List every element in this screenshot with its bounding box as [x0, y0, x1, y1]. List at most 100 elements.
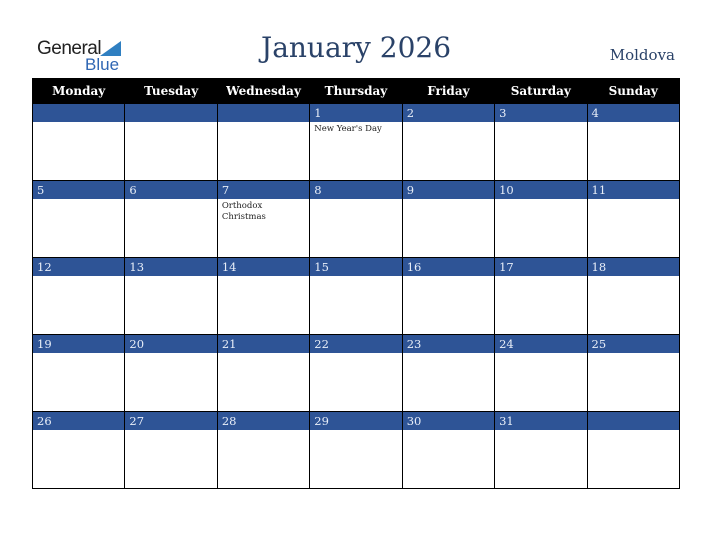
day-cell[interactable]: 27 [124, 411, 218, 489]
day-cell[interactable]: 22 [309, 334, 403, 412]
weekday-header: Wednesday [216, 78, 311, 104]
day-cell[interactable]: 25 [586, 334, 681, 412]
day-cell[interactable]: 2 [401, 103, 496, 181]
holiday-label [218, 276, 309, 278]
day-number: 21 [217, 335, 310, 353]
holiday-label [588, 199, 679, 201]
day-number: 23 [402, 335, 495, 353]
holiday-label [218, 430, 309, 432]
holiday-label [125, 430, 216, 432]
day-cell[interactable]: 20 [124, 334, 218, 412]
day-cell[interactable]: 17 [494, 257, 588, 335]
holiday-label [33, 122, 124, 124]
country-label: Moldova [609, 46, 675, 64]
day-cell[interactable] [31, 103, 126, 181]
day-number: 10 [495, 181, 587, 199]
day-cell[interactable]: 5 [31, 180, 126, 258]
week-row: 1 New Year's Day 2 3 4 [31, 103, 681, 181]
day-cell[interactable]: 8 [309, 180, 403, 258]
day-cell[interactable]: 10 [494, 180, 588, 258]
day-number: 1 [310, 104, 402, 122]
day-cell[interactable] [124, 103, 218, 181]
day-cell[interactable]: 7 Orthodox Christmas [216, 180, 311, 258]
holiday-label: New Year's Day [314, 124, 382, 134]
day-number: 12 [33, 258, 125, 276]
weekday-header: Tuesday [124, 78, 218, 104]
holiday-label [403, 122, 494, 124]
week-row: 26 27 28 29 30 31 [31, 411, 681, 489]
holiday-label [33, 276, 124, 278]
day-number: 20 [125, 335, 217, 353]
day-cell[interactable]: 9 [401, 180, 496, 258]
holiday-label [588, 430, 679, 432]
day-cell[interactable]: 13 [124, 257, 218, 335]
holiday-label [310, 430, 401, 432]
day-cell[interactable] [216, 103, 311, 181]
calendar-title: January 2026 [260, 31, 452, 64]
day-cell[interactable] [586, 411, 681, 489]
weekday-header: Friday [401, 78, 496, 104]
day-number: 4 [587, 104, 679, 122]
holiday-label [495, 430, 586, 432]
holiday-label [495, 122, 586, 124]
holiday-label [125, 353, 216, 355]
holiday-label [495, 276, 586, 278]
day-cell[interactable]: 1 New Year's Day [309, 103, 403, 181]
day-number: 27 [125, 412, 217, 430]
holiday-label [125, 276, 216, 278]
day-cell[interactable]: 16 [401, 257, 496, 335]
day-number: 3 [495, 104, 587, 122]
day-number: 26 [33, 412, 125, 430]
holiday-label [218, 122, 309, 124]
day-number [217, 104, 310, 122]
day-number: 16 [402, 258, 495, 276]
day-cell[interactable]: 31 [494, 411, 588, 489]
day-cell[interactable]: 14 [216, 257, 311, 335]
week-row: 12 13 14 15 16 17 18 [31, 257, 681, 335]
day-cell[interactable]: 6 [124, 180, 218, 258]
day-cell[interactable]: 26 [31, 411, 126, 489]
weekday-header: Thursday [309, 78, 403, 104]
holiday-label [33, 353, 124, 355]
day-number: 22 [310, 335, 402, 353]
day-number: 15 [310, 258, 402, 276]
holiday-label [33, 199, 124, 201]
day-number: 25 [587, 335, 679, 353]
day-number [587, 412, 679, 430]
day-number: 13 [125, 258, 217, 276]
calendar-grid: Monday Tuesday Wednesday Thursday Friday… [31, 78, 681, 489]
holiday-label [310, 199, 401, 201]
day-cell[interactable]: 23 [401, 334, 496, 412]
day-cell[interactable]: 15 [309, 257, 403, 335]
day-number: 9 [402, 181, 495, 199]
holiday-label [218, 353, 309, 355]
holiday-label: Orthodox Christmas [221, 201, 266, 222]
holiday-label [403, 353, 494, 355]
holiday-label [310, 276, 401, 278]
day-cell[interactable]: 11 [586, 180, 681, 258]
day-cell[interactable]: 24 [494, 334, 588, 412]
weekday-header: Sunday [586, 78, 681, 104]
holiday-label [125, 199, 216, 201]
day-cell[interactable]: 19 [31, 334, 126, 412]
day-cell[interactable]: 29 [309, 411, 403, 489]
day-cell[interactable]: 21 [216, 334, 311, 412]
day-cell[interactable]: 3 [494, 103, 588, 181]
day-number: 19 [33, 335, 125, 353]
holiday-label [588, 353, 679, 355]
day-cell[interactable]: 30 [401, 411, 496, 489]
day-cell[interactable]: 4 [586, 103, 681, 181]
day-number [125, 104, 217, 122]
day-number: 24 [495, 335, 587, 353]
weekday-header: Monday [31, 78, 126, 104]
day-cell[interactable]: 12 [31, 257, 126, 335]
day-number: 14 [217, 258, 310, 276]
day-cell[interactable]: 28 [216, 411, 311, 489]
day-number: 5 [33, 181, 125, 199]
week-row: 5 6 7 Orthodox Christmas 8 9 10 11 [31, 180, 681, 258]
holiday-label [310, 353, 401, 355]
holiday-label [495, 199, 586, 201]
day-cell[interactable]: 18 [586, 257, 681, 335]
day-number: 7 [217, 181, 310, 199]
day-number: 29 [310, 412, 402, 430]
